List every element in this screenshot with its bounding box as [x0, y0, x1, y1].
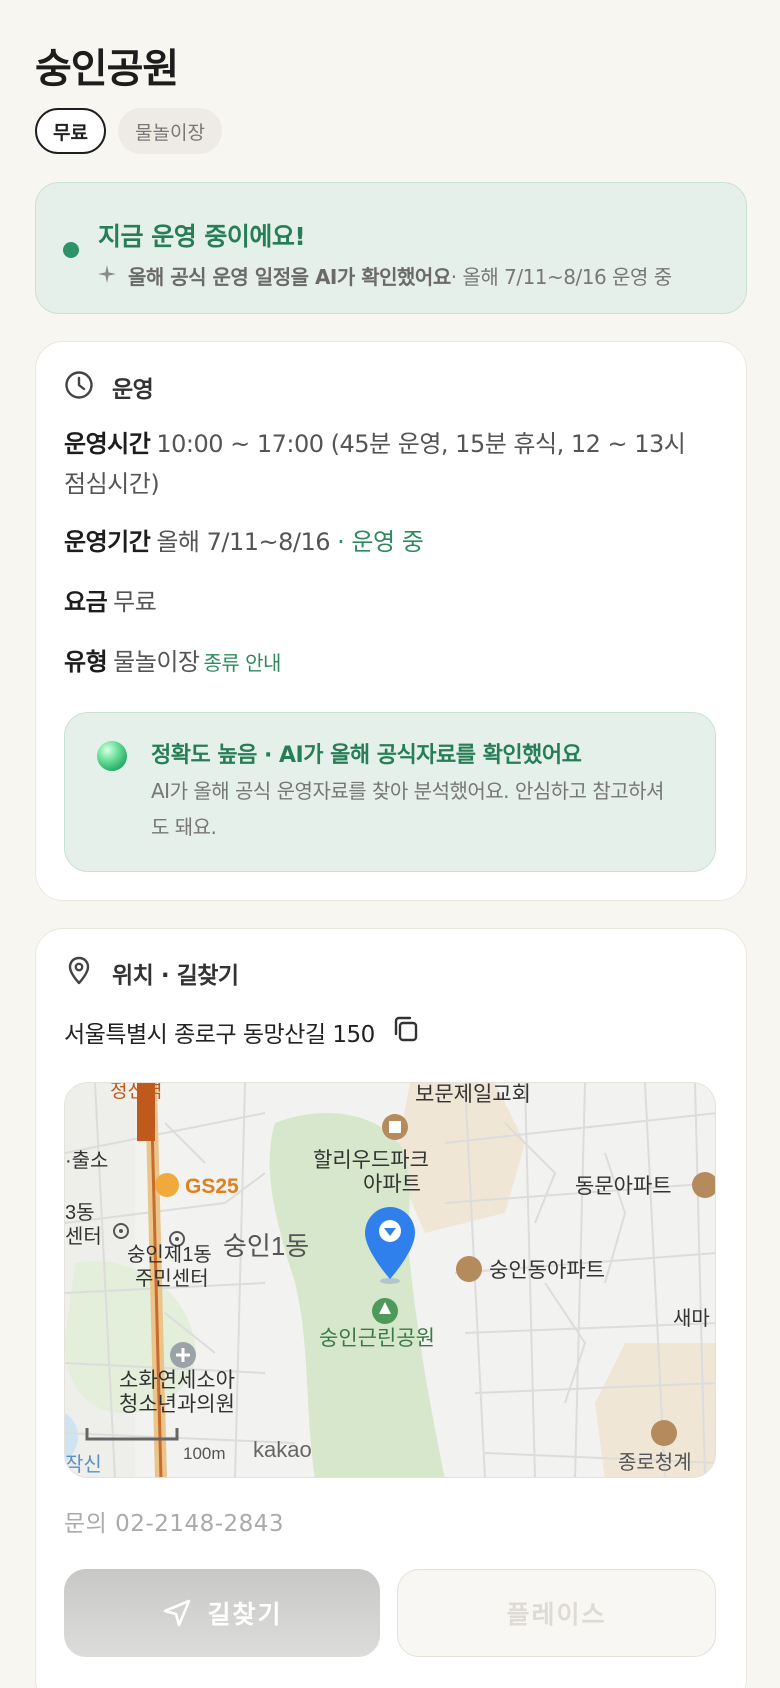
map-label-office: 종로청계 — [618, 1451, 692, 1474]
status-banner: 지금 운영 중이에요! 올해 공식 운영 일정을 AI가 확인했어요 · 올해 … — [35, 182, 747, 314]
type-row: 유형 물놀이장 종류 안내 — [64, 642, 704, 683]
fee-value: 무료 — [113, 588, 157, 616]
map-label-center-1: 숭인제1동 — [127, 1243, 212, 1266]
map-label-center-2: 주민센터 — [135, 1267, 209, 1290]
period-label: 운영기간 — [64, 528, 151, 556]
sparkle-icon — [98, 264, 116, 288]
map-label-dong3-1: 3동 — [65, 1202, 95, 1224]
route-button-label: 길찾기 — [207, 1600, 283, 1629]
hours-value: 10:00 ~ 17:00 (45분 운영, 15분 휴식, 12 ~ 13시 … — [64, 430, 686, 498]
map-label-church: 보문제일교회 — [415, 1083, 531, 1106]
location-title: 위치 · 길찾기 — [112, 963, 239, 989]
map-label-new: 새마 — [673, 1307, 710, 1330]
route-button[interactable]: 길찾기 — [64, 1569, 380, 1657]
address-row: 서울특별시 종로구 동망산길 150 — [64, 1014, 421, 1050]
operation-header: 운영 — [64, 370, 154, 404]
place-button-label: 플레이스 — [506, 1600, 607, 1629]
map-label-dong: 숭인1동 — [223, 1231, 309, 1261]
accuracy-box: 정확도 높음 · AI가 올해 공식자료를 확인했어요 AI가 올해 공식 운영… — [64, 712, 716, 872]
place-button[interactable]: 플레이스 — [397, 1569, 716, 1657]
map-label-gs25: GS25 — [185, 1175, 239, 1198]
hours-label: 운영시간 — [64, 430, 151, 458]
period-status: · 운영 중 — [330, 528, 424, 556]
building-icon — [389, 1121, 401, 1133]
location-header: 위치 · 길찾기 — [64, 955, 239, 991]
status-subtitle: 올해 공식 운영 일정을 AI가 확인했어요 · 올해 7/11~8/16 운영… — [98, 261, 672, 290]
status-dot — [63, 242, 79, 258]
map-label-dong3-2: 센터 — [65, 1225, 102, 1248]
map-label-police: ·출소 — [65, 1149, 108, 1172]
location-card: 위치 · 길찾기 서울특별시 종로구 동망산길 150 정신역 보문제일교회 할… — [35, 928, 747, 1688]
page: 숭인공원 무료 물놀이장 지금 운영 중이에요! 올해 공식 운영 일정을 AI… — [0, 0, 780, 1688]
map-label-park: 숭인근린공원 — [319, 1327, 435, 1350]
hours-row: 운영시간 10:00 ~ 17:00 (45분 운영, 15분 휴식, 12 ~ … — [64, 424, 704, 504]
map-label-apt1-line2: 아파트 — [363, 1173, 421, 1196]
fee-row: 요금 무료 — [64, 582, 704, 622]
contact-phone[interactable]: 문의 02-2148-2843 — [64, 1504, 284, 1538]
status-subtitle-rest: · 올해 7/11~8/16 운영 중 — [450, 265, 672, 289]
page-title: 숭인공원 — [35, 46, 179, 92]
operation-card: 운영 운영시간 10:00 ~ 17:00 (45분 운영, 15분 휴식, 12… — [35, 341, 747, 901]
map-label-station2: 작신 — [65, 1453, 102, 1476]
period-row: 운영기간 올해 7/11~8/16 · 운영 중 — [64, 522, 704, 562]
location-pin-icon — [64, 955, 94, 991]
map-label-station: 정신역 — [110, 1083, 162, 1102]
ai-orb-icon — [97, 741, 127, 771]
map-label-clinic-2: 청소년과의원 — [119, 1393, 235, 1416]
status-title: 지금 운영 중이에요! — [98, 222, 306, 251]
fee-label: 요금 — [64, 588, 108, 616]
period-value: 올해 7/11~8/16 — [156, 528, 331, 556]
type-value: 물놀이장 — [113, 648, 200, 676]
map-scale-label: 100m — [183, 1444, 226, 1463]
navigation-icon — [164, 1599, 191, 1627]
status-subtitle-bold: 올해 공식 운영 일정을 AI가 확인했어요 — [128, 265, 451, 289]
map-label-apt3: 숭인동아파트 — [489, 1259, 605, 1282]
map-label-apt2: 동문아파트 — [575, 1175, 672, 1198]
accuracy-title: 정확도 높음 · AI가 올해 공식자료를 확인했어요 — [151, 743, 582, 768]
copy-icon[interactable] — [391, 1014, 421, 1050]
chip-water-playground[interactable]: 물놀이장 — [118, 108, 222, 154]
map-label-clinic-1: 소화연세소아 — [119, 1369, 235, 1392]
type-label: 유형 — [64, 648, 108, 676]
chip-free[interactable]: 무료 — [35, 108, 106, 154]
clock-icon — [64, 370, 94, 404]
map-provider-logo: kakao — [253, 1437, 312, 1462]
address-text: 서울특별시 종로구 동망산길 150 — [64, 1022, 375, 1048]
map-label-apt1-line1: 할리우드파크 — [313, 1149, 429, 1172]
operation-title: 운영 — [112, 377, 154, 403]
type-guide-link[interactable]: 종류 안내 — [204, 651, 282, 675]
map-view[interactable]: 정신역 보문제일교회 할리우드파크 아파트 동문아파트 ·출소 GS25 3동 … — [64, 1082, 716, 1478]
accuracy-body: AI가 올해 공식 운영자료를 찾아 분석했어요. 안심하고 참고하셔도 돼요. — [151, 779, 664, 839]
